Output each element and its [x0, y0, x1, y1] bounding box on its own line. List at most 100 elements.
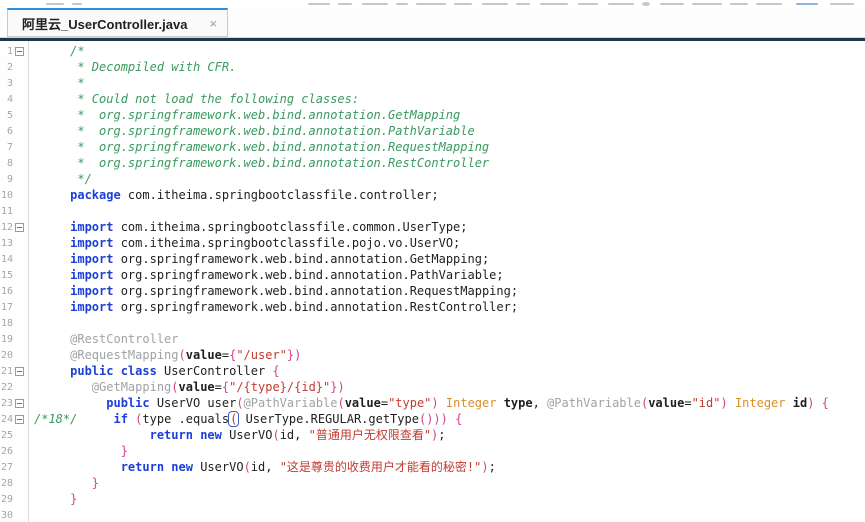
fold-spacer — [15, 447, 27, 456]
code-line: @RequestMapping(value={"/user"}) — [34, 347, 865, 363]
fold-spacer — [15, 191, 27, 200]
code-line: import org.springframework.web.bind.anno… — [34, 267, 865, 283]
fold-spacer — [15, 95, 27, 104]
code-line: } — [34, 491, 865, 507]
line-number: 19 — [0, 334, 13, 345]
gutter-line: 17 — [0, 299, 28, 315]
fold-spacer — [15, 255, 27, 264]
fold-spacer — [15, 287, 27, 296]
code-line — [34, 507, 865, 522]
fold-spacer — [15, 351, 27, 360]
fold-spacer — [15, 175, 27, 184]
line-number: 15 — [0, 270, 13, 281]
code-line — [34, 203, 865, 219]
gutter-line: 25 — [0, 427, 28, 443]
line-number: 5 — [0, 110, 13, 121]
fold-spacer — [15, 271, 27, 280]
gutter-line: 27 — [0, 459, 28, 475]
fold-spacer — [15, 127, 27, 136]
code-line: * org.springframework.web.bind.annotatio… — [34, 155, 865, 171]
code-line: /*18*/ if (type .equals( UserType.REGULA… — [34, 411, 865, 427]
code-line: import org.springframework.web.bind.anno… — [34, 283, 865, 299]
gutter-line: 30 — [0, 507, 28, 522]
fold-spacer — [15, 383, 27, 392]
gutter-line: 15 — [0, 267, 28, 283]
gutter-line: 7 — [0, 139, 28, 155]
gutter-line: 8 — [0, 155, 28, 171]
line-number: 16 — [0, 286, 13, 297]
code-line: public UserVO user(@PathVariable(value="… — [34, 395, 865, 411]
fold-spacer — [15, 63, 27, 72]
gutter-line: 16 — [0, 283, 28, 299]
fold-spacer — [15, 511, 27, 520]
code-line: * org.springframework.web.bind.annotatio… — [34, 139, 865, 155]
fold-spacer — [15, 431, 27, 440]
fold-marker-icon[interactable] — [15, 399, 24, 408]
line-number: 20 — [0, 350, 13, 361]
fold-spacer — [15, 479, 27, 488]
line-number: 6 — [0, 126, 13, 137]
fold-spacer — [15, 463, 27, 472]
line-number: 14 — [0, 254, 13, 265]
code-line: @RestController — [34, 331, 865, 347]
fold-spacer — [15, 79, 27, 88]
fold-marker-icon[interactable] — [15, 47, 24, 56]
line-number: 25 — [0, 430, 13, 441]
line-number: 9 — [0, 174, 13, 185]
line-number: 18 — [0, 318, 13, 329]
gutter-line: 28 — [0, 475, 28, 491]
gutter-line: 4 — [0, 91, 28, 107]
line-number: 21 — [0, 366, 13, 377]
code-line — [34, 315, 865, 331]
line-number: 24 — [0, 414, 13, 425]
fold-marker-icon[interactable] — [15, 415, 24, 424]
gutter-line: 29 — [0, 491, 28, 507]
gutter-line: 5 — [0, 107, 28, 123]
code-line: import org.springframework.web.bind.anno… — [34, 251, 865, 267]
code-line: * org.springframework.web.bind.annotatio… — [34, 107, 865, 123]
gutter-line: 10 — [0, 187, 28, 203]
gutter-line: 21 — [0, 363, 28, 379]
gutter-line: 2 — [0, 59, 28, 75]
code-line: import org.springframework.web.bind.anno… — [34, 299, 865, 315]
app-window: 阿里云_UserController.java × 12345678910111… — [0, 0, 865, 522]
tab-usercontroller-java[interactable]: 阿里云_UserController.java × — [7, 8, 228, 37]
code-line: public class UserController { — [34, 363, 865, 379]
gutter-line: 1 — [0, 43, 28, 59]
gutter-line: 26 — [0, 443, 28, 459]
code-line: return new UserVO(id, "这是尊贵的收费用户才能看的秘密!"… — [34, 459, 865, 475]
code-line: return new UserVO(id, "普通用户无权限查看"); — [34, 427, 865, 443]
line-number: 23 — [0, 398, 13, 409]
gutter-line: 3 — [0, 75, 28, 91]
code-line: * org.springframework.web.bind.annotatio… — [34, 123, 865, 139]
gutter-line: 18 — [0, 315, 28, 331]
tab-bar: 阿里云_UserController.java × — [0, 8, 865, 38]
line-number: 3 — [0, 78, 13, 89]
line-number: 29 — [0, 494, 13, 505]
code-line: import com.itheima.springbootclassfile.c… — [34, 219, 865, 235]
code-area[interactable]: /* * Decompiled with CFR. * * Could not … — [29, 41, 865, 522]
line-number: 2 — [0, 62, 13, 73]
tab-title: 阿里云_UserController.java — [22, 14, 187, 33]
code-line: * — [34, 75, 865, 91]
line-number: 12 — [0, 222, 13, 233]
gutter-line: 22 — [0, 379, 28, 395]
line-number: 27 — [0, 462, 13, 473]
fold-spacer — [15, 207, 27, 216]
line-number: 11 — [0, 206, 13, 217]
gutter: 1234567891011121314151617181920212223242… — [0, 41, 29, 522]
tab-close-icon[interactable]: × — [209, 17, 217, 30]
fold-marker-icon[interactable] — [15, 223, 24, 232]
fold-spacer — [15, 143, 27, 152]
line-number: 7 — [0, 142, 13, 153]
line-number: 10 — [0, 190, 13, 201]
gutter-line: 9 — [0, 171, 28, 187]
line-number: 22 — [0, 382, 13, 393]
fold-spacer — [15, 303, 27, 312]
line-number: 4 — [0, 94, 13, 105]
fold-marker-icon[interactable] — [15, 367, 24, 376]
fold-spacer — [15, 239, 27, 248]
gear-icon — [642, 2, 650, 6]
line-number: 26 — [0, 446, 13, 457]
gutter-line: 6 — [0, 123, 28, 139]
